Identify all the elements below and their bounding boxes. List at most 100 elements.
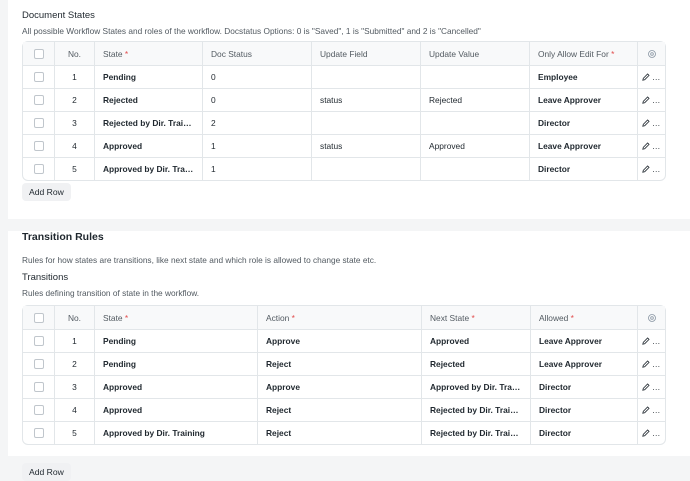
add-row-button[interactable]: Add Row bbox=[22, 463, 71, 481]
edit-button[interactable]: Edit bbox=[638, 422, 665, 444]
cell-state[interactable]: Pending bbox=[95, 330, 258, 353]
table-row[interactable]: 4 Approved Reject Rejected by Dir. Train… bbox=[23, 399, 665, 422]
column-settings-button[interactable] bbox=[638, 306, 665, 330]
edit-button[interactable]: Edit bbox=[638, 135, 665, 158]
table-row[interactable]: 2 Pending Reject Rejected Leave Approver… bbox=[23, 353, 665, 376]
table-row[interactable]: 3 Approved Approve Approved by Dir. Trai… bbox=[23, 376, 665, 399]
row-checkbox-cell[interactable] bbox=[23, 135, 55, 158]
cell-next-state[interactable]: Approved bbox=[422, 330, 531, 353]
cell-update-value[interactable]: Rejected bbox=[421, 89, 530, 112]
cell-role[interactable]: Leave Approver bbox=[530, 89, 638, 112]
table-header-row: No. State * Action * Next State * Allowe… bbox=[23, 306, 665, 330]
table-row[interactable]: 2 Rejected 0 status Rejected Leave Appro… bbox=[23, 89, 665, 112]
row-checkbox-cell[interactable] bbox=[23, 399, 55, 422]
row-checkbox[interactable] bbox=[33, 382, 44, 393]
column-settings-button[interactable] bbox=[638, 42, 665, 66]
gear-icon bbox=[647, 49, 656, 58]
row-checkbox-cell[interactable] bbox=[23, 422, 55, 444]
row-checkbox[interactable] bbox=[33, 141, 44, 152]
cell-role[interactable]: Director bbox=[530, 158, 638, 180]
cell-action[interactable]: Approve bbox=[258, 330, 422, 353]
edit-button[interactable]: Edit bbox=[638, 330, 665, 353]
table-row[interactable]: 4 Approved 1 status Approved Leave Appro… bbox=[23, 135, 665, 158]
row-checkbox-cell[interactable] bbox=[23, 66, 55, 89]
cell-doc-status[interactable]: 2 bbox=[203, 112, 312, 135]
cell-next-state[interactable]: Approved by Dir. Traini... bbox=[422, 376, 531, 399]
row-checkbox-cell[interactable] bbox=[23, 330, 55, 353]
cell-state[interactable]: Approved bbox=[95, 135, 203, 158]
pencil-icon bbox=[642, 383, 650, 391]
required-marker: * bbox=[570, 312, 574, 323]
cell-update-field[interactable] bbox=[312, 112, 421, 135]
transitions-table: No. State * Action * Next State * Allowe… bbox=[22, 305, 666, 445]
cell-allowed[interactable]: Leave Approver bbox=[531, 330, 638, 353]
cell-update-field[interactable]: status bbox=[312, 135, 421, 158]
row-checkbox[interactable] bbox=[33, 95, 44, 106]
edit-button[interactable]: Edit bbox=[638, 353, 665, 376]
cell-doc-status[interactable]: 0 bbox=[203, 66, 312, 89]
cell-state[interactable]: Approved bbox=[95, 376, 258, 399]
table-row[interactable]: 1 Pending Approve Approved Leave Approve… bbox=[23, 330, 665, 353]
edit-button[interactable]: Edit bbox=[638, 89, 665, 112]
cell-state[interactable]: Pending bbox=[95, 353, 258, 376]
table-row[interactable]: 5 Approved by Dir. Traini... 1 Director … bbox=[23, 158, 665, 180]
cell-state[interactable]: Pending bbox=[95, 66, 203, 89]
cell-role[interactable]: Director bbox=[530, 112, 638, 135]
cell-action[interactable]: Reject bbox=[258, 353, 422, 376]
row-checkbox-cell[interactable] bbox=[23, 112, 55, 135]
cell-state[interactable]: Approved by Dir. Training bbox=[95, 422, 258, 444]
row-checkbox[interactable] bbox=[33, 336, 44, 347]
select-all-cell[interactable] bbox=[23, 306, 55, 330]
cell-doc-status[interactable]: 1 bbox=[203, 158, 312, 180]
row-checkbox[interactable] bbox=[33, 428, 44, 439]
edit-button[interactable]: Edit bbox=[638, 66, 665, 89]
table-row[interactable]: 5 Approved by Dir. Training Reject Rejec… bbox=[23, 422, 665, 444]
add-row-button[interactable]: Add Row bbox=[22, 183, 71, 201]
edit-button[interactable]: Edit bbox=[638, 158, 665, 180]
cell-allowed[interactable]: Director bbox=[531, 399, 638, 422]
cell-update-value[interactable]: Approved bbox=[421, 135, 530, 158]
select-all-checkbox[interactable] bbox=[33, 312, 44, 323]
cell-action[interactable]: Approve bbox=[258, 376, 422, 399]
cell-state[interactable]: Approved by Dir. Traini... bbox=[95, 158, 203, 180]
cell-allowed[interactable]: Leave Approver bbox=[531, 353, 638, 376]
cell-doc-status[interactable]: 0 bbox=[203, 89, 312, 112]
row-checkbox-cell[interactable] bbox=[23, 353, 55, 376]
cell-update-field[interactable]: status bbox=[312, 89, 421, 112]
row-checkbox-cell[interactable] bbox=[23, 376, 55, 399]
cell-state[interactable]: Approved bbox=[95, 399, 258, 422]
cell-update-field[interactable] bbox=[312, 158, 421, 180]
row-checkbox-cell[interactable] bbox=[23, 89, 55, 112]
cell-next-state[interactable]: Rejected by Dir. Training bbox=[422, 399, 531, 422]
col-update-field: Update Field bbox=[312, 42, 421, 66]
cell-action[interactable]: Reject bbox=[258, 422, 422, 444]
table-row[interactable]: 3 Rejected by Dir. Training 2 Director E… bbox=[23, 112, 665, 135]
edit-button[interactable]: Edit bbox=[638, 399, 665, 422]
cell-update-value[interactable] bbox=[421, 66, 530, 89]
cell-role[interactable]: Leave Approver bbox=[530, 135, 638, 158]
cell-update-value[interactable] bbox=[421, 112, 530, 135]
cell-allowed[interactable]: Director bbox=[531, 422, 638, 444]
table-row[interactable]: 1 Pending 0 Employee Edit bbox=[23, 66, 665, 89]
cell-update-value[interactable] bbox=[421, 158, 530, 180]
cell-update-field[interactable] bbox=[312, 66, 421, 89]
cell-next-state[interactable]: Rejected by Dir. Training bbox=[422, 422, 531, 444]
cell-next-state[interactable]: Rejected bbox=[422, 353, 531, 376]
row-checkbox[interactable] bbox=[33, 405, 44, 416]
cell-state[interactable]: Rejected by Dir. Training bbox=[95, 112, 203, 135]
pencil-icon bbox=[642, 142, 650, 150]
cell-doc-status[interactable]: 1 bbox=[203, 135, 312, 158]
cell-allowed[interactable]: Director bbox=[531, 376, 638, 399]
edit-button[interactable]: Edit bbox=[638, 112, 665, 135]
row-checkbox[interactable] bbox=[33, 118, 44, 129]
select-all-cell[interactable] bbox=[23, 42, 55, 66]
cell-state[interactable]: Rejected bbox=[95, 89, 203, 112]
cell-action[interactable]: Reject bbox=[258, 399, 422, 422]
edit-button[interactable]: Edit bbox=[638, 376, 665, 399]
row-checkbox[interactable] bbox=[33, 359, 44, 370]
row-checkbox[interactable] bbox=[33, 72, 44, 83]
cell-role[interactable]: Employee bbox=[530, 66, 638, 89]
row-checkbox[interactable] bbox=[33, 164, 44, 175]
row-checkbox-cell[interactable] bbox=[23, 158, 55, 180]
select-all-checkbox[interactable] bbox=[33, 48, 44, 59]
